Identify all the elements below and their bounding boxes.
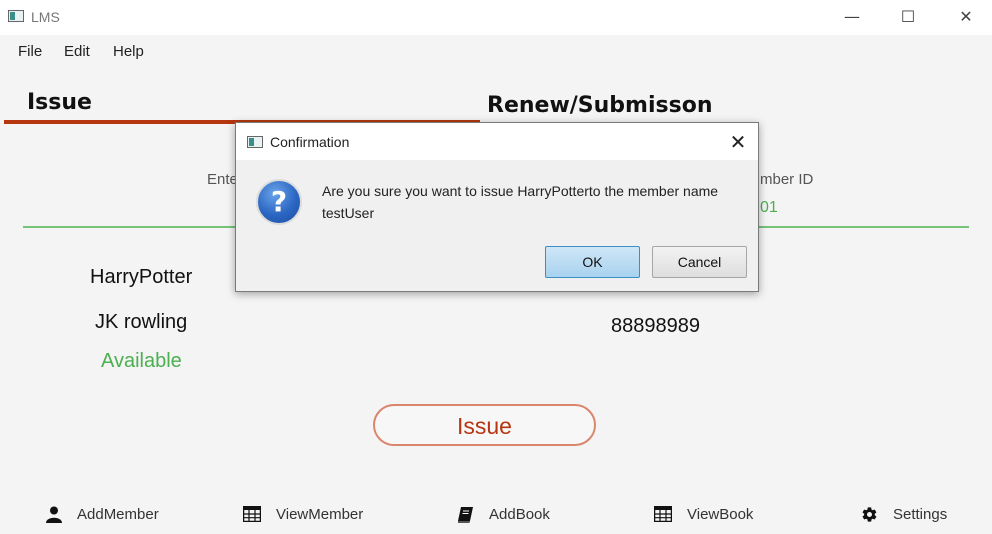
nav-view-book-label: ViewBook: [687, 505, 754, 523]
menu-edit[interactable]: Edit: [64, 43, 90, 60]
nav-settings[interactable]: Settings: [861, 503, 947, 525]
dialog-message-line-1: Are you sure you want to issue HarryPott…: [322, 183, 719, 199]
nav-add-book-label: AddBook: [489, 505, 550, 523]
book-id-field-underline: [23, 226, 235, 228]
dialog-title: Confirmation: [270, 134, 350, 150]
book-icon: [458, 506, 473, 523]
member-id-field-value[interactable]: 01: [760, 199, 778, 217]
close-window-button[interactable]: ✕: [946, 4, 986, 30]
book-id-field-label: Ente: [207, 171, 238, 188]
nav-view-book[interactable]: ViewBook: [654, 503, 753, 525]
question-icon: ?: [256, 179, 302, 225]
cancel-button[interactable]: Cancel: [652, 246, 747, 278]
nav-add-member-label: AddMember: [77, 505, 159, 523]
menu-bar: File Edit Help: [0, 35, 992, 65]
dialog-close-button[interactable]: ✕: [724, 129, 752, 155]
nav-view-member-label: ViewMember: [276, 505, 364, 523]
user-icon: [46, 506, 62, 523]
nav-view-member[interactable]: ViewMember: [243, 503, 363, 525]
table-icon: [243, 506, 261, 522]
member-id-field-label: mber ID: [760, 171, 814, 188]
menu-help[interactable]: Help: [113, 43, 144, 60]
member-mobile: 88898989: [611, 315, 700, 337]
dialog-message: Are you sure you want to issue HarryPott…: [322, 180, 752, 224]
confirmation-dialog: Confirmation ✕ ? Are you sure you want t…: [235, 122, 759, 292]
nav-settings-label: Settings: [893, 505, 948, 523]
table-icon: [654, 506, 672, 522]
issue-button[interactable]: Issue: [373, 404, 596, 446]
tab-issue[interactable]: Issue: [27, 90, 92, 115]
book-author: JK rowling: [95, 311, 188, 333]
ok-button[interactable]: OK: [545, 246, 640, 278]
member-id-field-underline: [759, 226, 969, 228]
dialog-message-line-2: testUser: [322, 205, 375, 221]
nav-add-book[interactable]: AddBook: [457, 503, 550, 525]
tab-renew-submission[interactable]: Renew/Submisson: [487, 93, 713, 118]
book-name: HarryPotter: [90, 266, 193, 288]
nav-add-member[interactable]: AddMember: [46, 503, 159, 525]
maximize-button[interactable]: ☐: [888, 4, 928, 30]
book-status: Available: [101, 350, 182, 372]
window-title: LMS: [31, 9, 60, 25]
menu-file[interactable]: File: [18, 43, 42, 60]
app-icon: [8, 10, 24, 22]
dialog-app-icon: [247, 136, 263, 148]
minimize-button[interactable]: —: [832, 4, 872, 30]
gear-icon: [862, 506, 877, 522]
dialog-title-bar: Confirmation ✕: [236, 123, 758, 160]
title-bar: LMS — ☐ ✕: [0, 0, 992, 35]
